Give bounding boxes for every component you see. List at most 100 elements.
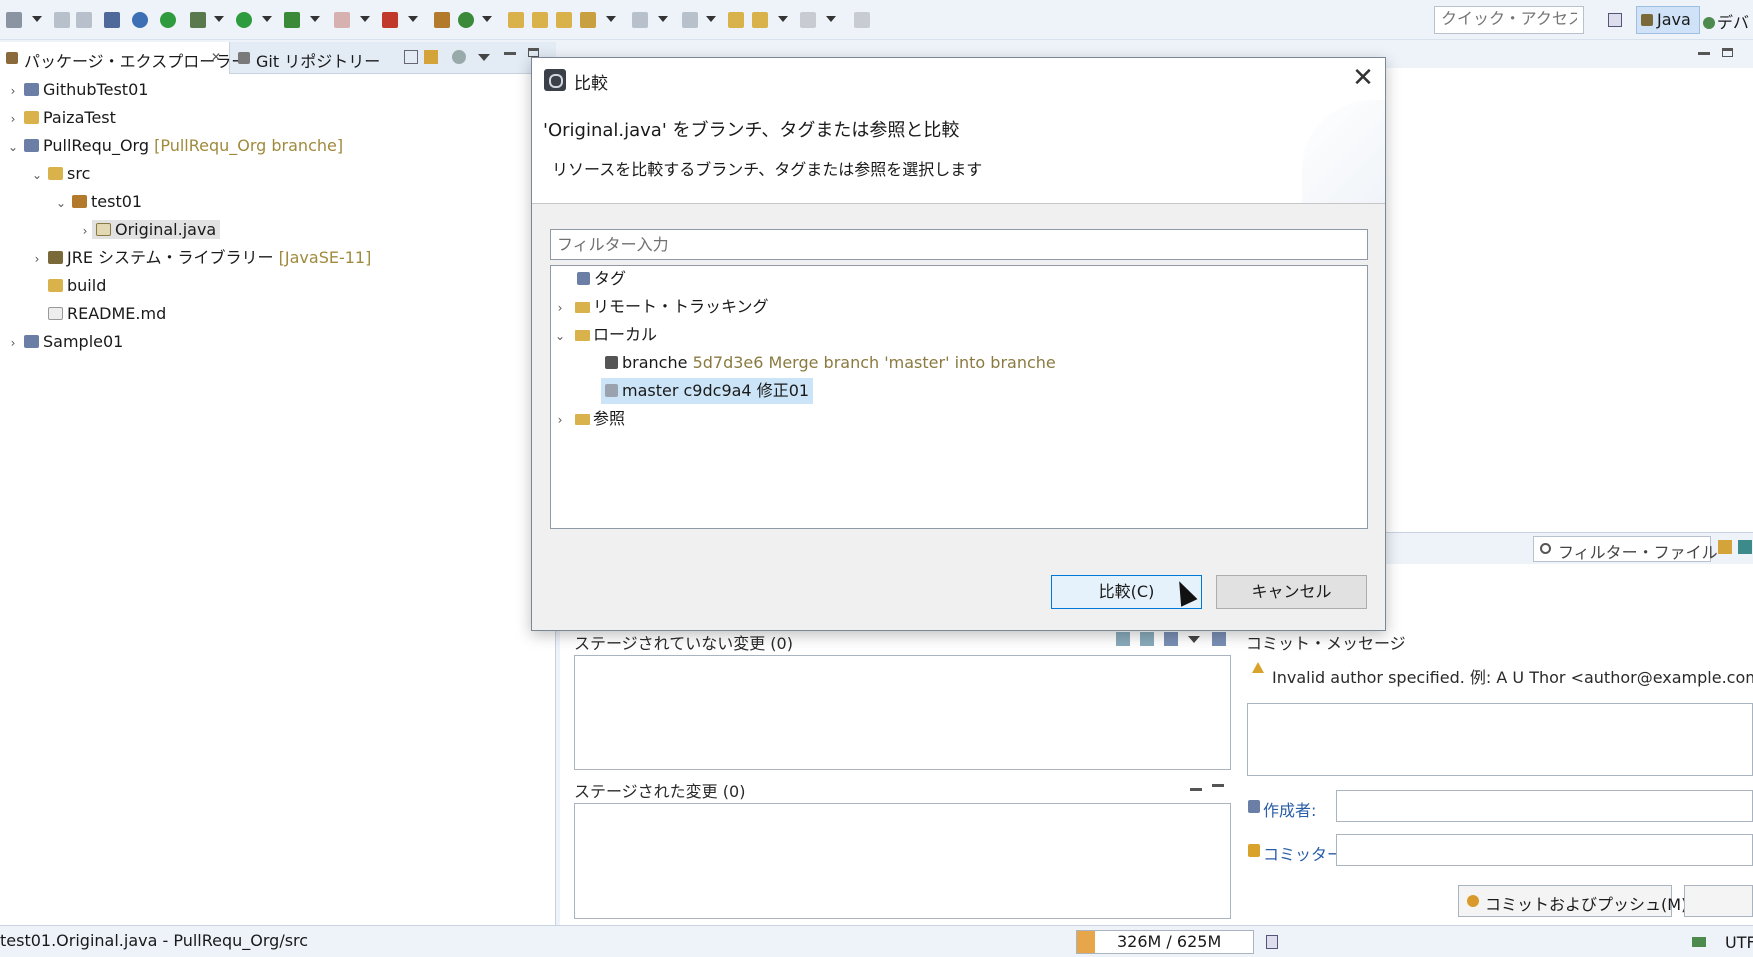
tree-item-local[interactable]: ⌄ ローカル (553, 322, 657, 348)
external-tools-icon[interactable] (382, 12, 398, 28)
new-class-icon[interactable] (458, 12, 474, 28)
new-icon[interactable] (6, 12, 22, 28)
filter-files-input[interactable]: フィルター・ファイル (1533, 536, 1718, 562)
debug-icon[interactable] (190, 12, 206, 28)
chevron-right-icon[interactable]: › (6, 106, 20, 132)
tab-git-repositories[interactable]: Git リポジトリー (232, 42, 380, 74)
new-dropdown-icon[interactable] (32, 16, 42, 22)
filter-input[interactable] (550, 229, 1368, 260)
author-field[interactable] (1336, 790, 1753, 822)
tree-item-src[interactable]: ⌄ src (30, 161, 90, 187)
chevron-down-icon[interactable]: ⌄ (553, 323, 567, 349)
close-icon[interactable]: ✕ (211, 50, 221, 64)
unstage-icon[interactable] (1190, 788, 1202, 791)
chevron-right-icon[interactable]: › (6, 330, 20, 356)
back-dropdown-icon[interactable] (778, 16, 788, 22)
prev-annotation-dropdown-icon[interactable] (706, 16, 716, 22)
tab-package-explorer[interactable]: パッケージ・エクスプローラー ✕ (0, 42, 247, 74)
power-icon[interactable] (160, 12, 176, 28)
run-dropdown-icon[interactable] (262, 16, 272, 22)
console-icon[interactable] (104, 12, 120, 28)
close-icon[interactable]: ✕ (1348, 64, 1378, 94)
open-resource-icon[interactable] (556, 12, 572, 28)
coverage-icon[interactable] (284, 12, 300, 28)
cancel-button[interactable]: キャンセル (1216, 575, 1367, 609)
debug-dropdown-icon[interactable] (214, 16, 224, 22)
forward-icon[interactable] (800, 12, 816, 28)
chevron-down-icon[interactable]: ⌄ (54, 190, 68, 216)
tree-item-original-java[interactable]: › Original.java (78, 217, 221, 244)
view-menu-icon[interactable] (1188, 636, 1200, 643)
tree-view-icon[interactable] (1164, 632, 1178, 646)
tree-item-tags[interactable]: タグ (559, 266, 626, 292)
commit-button[interactable] (1684, 885, 1753, 917)
sort-icon[interactable] (1212, 632, 1226, 646)
commit-and-push-button[interactable]: コミットおよびプッシュ(M)... (1458, 885, 1703, 917)
last-edit-icon[interactable] (728, 12, 744, 28)
tree-item-build[interactable]: build (30, 273, 106, 299)
open-folder-icon[interactable] (532, 12, 548, 28)
perspective-debug-button[interactable]: デバ (1703, 9, 1749, 33)
unstage-all-icon[interactable] (1212, 784, 1224, 787)
view-menu-icon[interactable] (478, 54, 490, 61)
tree-item-sample01[interactable]: › Sample01 (6, 329, 124, 356)
tree-item-readme[interactable]: README.md (30, 301, 166, 327)
tree-item-remote-tracking[interactable]: › リモート・トラッキング (553, 294, 769, 320)
tree-item-master[interactable]: master c9dc9a4 修正01 (601, 378, 814, 404)
quick-access-input[interactable] (1434, 6, 1584, 34)
chevron-right-icon[interactable]: › (30, 246, 44, 272)
stage-all-icon[interactable] (1140, 632, 1154, 646)
collapse-all-icon[interactable] (404, 50, 418, 64)
search-dropdown-icon[interactable] (606, 16, 616, 22)
tree-item-paizatest[interactable]: › PaizaTest (6, 105, 116, 131)
new-class-dropdown-icon[interactable] (482, 16, 492, 22)
chevron-down-icon[interactable]: ⌄ (6, 134, 20, 160)
tree-item-references[interactable]: › 参照 (553, 406, 625, 432)
settings-icon[interactable] (132, 12, 148, 28)
stage-icon[interactable] (1116, 632, 1130, 646)
sync-icon[interactable] (1718, 540, 1732, 554)
save-all-icon[interactable] (76, 12, 92, 28)
garbage-collect-icon[interactable] (1266, 935, 1278, 949)
forward-dropdown-icon[interactable] (826, 16, 836, 22)
progress-icon[interactable] (1692, 937, 1706, 947)
chevron-right-icon[interactable]: › (553, 407, 567, 433)
editor-maximize-icon[interactable] (1722, 48, 1733, 57)
pin-editor-icon[interactable] (854, 12, 870, 28)
next-annotation-icon[interactable] (632, 12, 648, 28)
unstaged-changes-list[interactable] (574, 655, 1231, 770)
chevron-down-icon[interactable]: ⌄ (30, 162, 44, 188)
tree-item-githubtest01[interactable]: › GithubTest01 (6, 77, 149, 104)
tree-item-jre-library[interactable]: › JRE システム・ライブラリー [JavaSE-11] (30, 245, 372, 272)
stop-icon[interactable] (334, 12, 350, 28)
editor-minimize-icon[interactable] (1698, 52, 1710, 55)
ref-tree[interactable]: タグ › リモート・トラッキング ⌄ ローカル branche 5d7d3e6 Me… (550, 265, 1368, 529)
coverage-dropdown-icon[interactable] (310, 16, 320, 22)
search-tool-icon[interactable] (580, 12, 596, 28)
stop-dropdown-icon[interactable] (360, 16, 370, 22)
staged-changes-list[interactable] (574, 803, 1231, 919)
link-staging-icon[interactable] (1738, 540, 1752, 554)
chevron-right-icon[interactable]: › (78, 218, 92, 244)
commit-message-input[interactable] (1247, 703, 1753, 776)
new-package-icon[interactable] (434, 12, 450, 28)
tree-item-test01[interactable]: ⌄ test01 (54, 189, 142, 215)
tree-item-branche[interactable]: branche 5d7d3e6 Merge branch 'master' in… (601, 350, 1056, 376)
back-icon[interactable] (752, 12, 768, 28)
link-editor-icon[interactable] (424, 50, 438, 64)
run-icon[interactable] (236, 12, 252, 28)
chevron-right-icon[interactable]: › (553, 295, 567, 321)
perspective-java-button[interactable]: Java (1636, 6, 1700, 34)
open-type-icon[interactable] (508, 12, 524, 28)
committer-field[interactable] (1336, 834, 1753, 866)
minimize-icon[interactable] (504, 52, 516, 55)
external-tools-dropdown-icon[interactable] (408, 16, 418, 22)
maximize-icon[interactable] (528, 48, 539, 57)
filter-icon[interactable] (452, 50, 466, 64)
prev-annotation-icon[interactable] (682, 12, 698, 28)
save-icon[interactable] (54, 12, 70, 28)
chevron-right-icon[interactable]: › (6, 78, 20, 104)
tree-item-pullrequ-org[interactable]: ⌄ PullRequ_Org [PullRequ_Org branche] (6, 133, 343, 159)
next-annotation-dropdown-icon[interactable] (658, 16, 668, 22)
open-perspective-icon[interactable] (1608, 13, 1622, 27)
